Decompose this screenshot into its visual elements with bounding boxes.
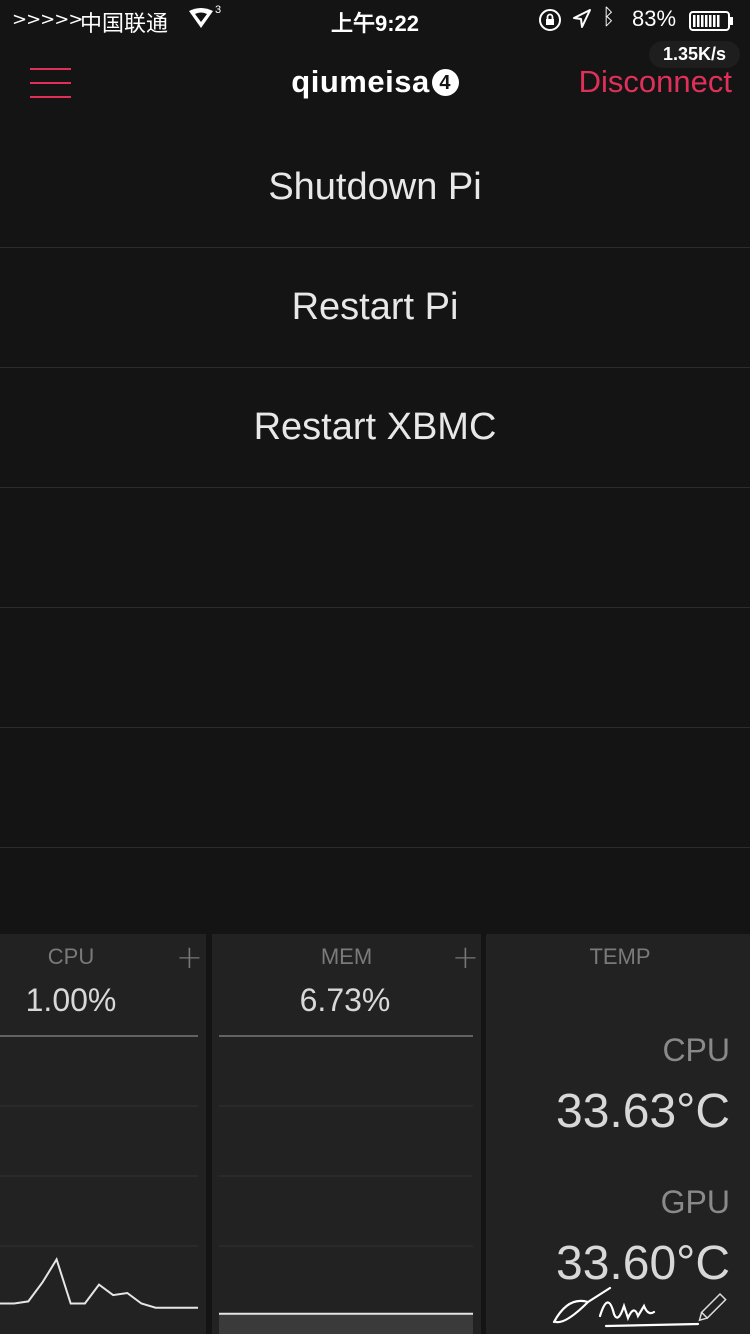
mem-panel-label: MEM: [320, 944, 373, 969]
cpu-usage-value: 1.00%: [25, 982, 117, 1018]
restart-xbmc-button[interactable]: Restart XBMC: [0, 368, 750, 488]
gpu-temp-label: GPU: [660, 1184, 730, 1220]
shutdown-pi-button[interactable]: Shutdown Pi: [0, 128, 750, 248]
nav-bar: qiumeisa 4 Disconnect 1.35K/s: [0, 40, 750, 130]
mem-usage-area: [219, 1313, 473, 1334]
action-label: Restart XBMC: [253, 406, 497, 448]
disconnect-button[interactable]: Disconnect: [579, 64, 732, 100]
empty-row: [0, 488, 750, 608]
action-label: Restart Pi: [291, 286, 459, 328]
cpu-add-icon[interactable]: +: [176, 938, 203, 976]
status-bar: >>>>> 中国联通 3 上午9:22 ᛒ 83%: [0, 0, 750, 40]
cpu-panel-label: CPU: [47, 944, 95, 969]
mem-add-icon[interactable]: +: [452, 938, 479, 976]
mem-panel: MEM + 6.73%: [212, 934, 481, 1334]
action-label: Shutdown Pi: [268, 166, 482, 208]
stats-panels: CPU + 1.00% MEM + 6.73% TEMP CPU 33.63°C…: [0, 934, 750, 1334]
mem-usage-value: 6.73%: [299, 982, 391, 1018]
device-badge: 4: [431, 69, 459, 96]
battery-percent: 83%: [632, 6, 677, 31]
network-speed-badge: 1.35K/s: [648, 41, 740, 68]
temp-panel: TEMP CPU 33.63°C GPU 33.60°C: [486, 934, 750, 1334]
mem-usage-graph: [219, 1035, 473, 1334]
temp-panel-label: TEMP: [589, 944, 651, 969]
battery-icon: [689, 11, 733, 31]
bluetooth-icon: ᛒ: [602, 5, 616, 30]
signature-watermark: [552, 1286, 727, 1328]
cpu-temp-label: CPU: [662, 1032, 730, 1068]
empty-row: [0, 608, 750, 728]
location-arrow-icon: [572, 8, 592, 36]
restart-pi-button[interactable]: Restart Pi: [0, 248, 750, 368]
device-name: qiumeisa: [291, 64, 430, 99]
cpu-usage-graph: [0, 1035, 198, 1309]
pencil-icon: [698, 1292, 727, 1322]
cpu-panel: CPU + 1.00%: [0, 934, 206, 1334]
empty-row: [0, 728, 750, 848]
cpu-usage-line: [0, 1257, 198, 1309]
cpu-temp-value: 33.63°C: [556, 1085, 730, 1138]
action-list: Shutdown Pi Restart Pi Restart XBMC: [0, 128, 750, 848]
orientation-lock-icon: [538, 8, 562, 38]
